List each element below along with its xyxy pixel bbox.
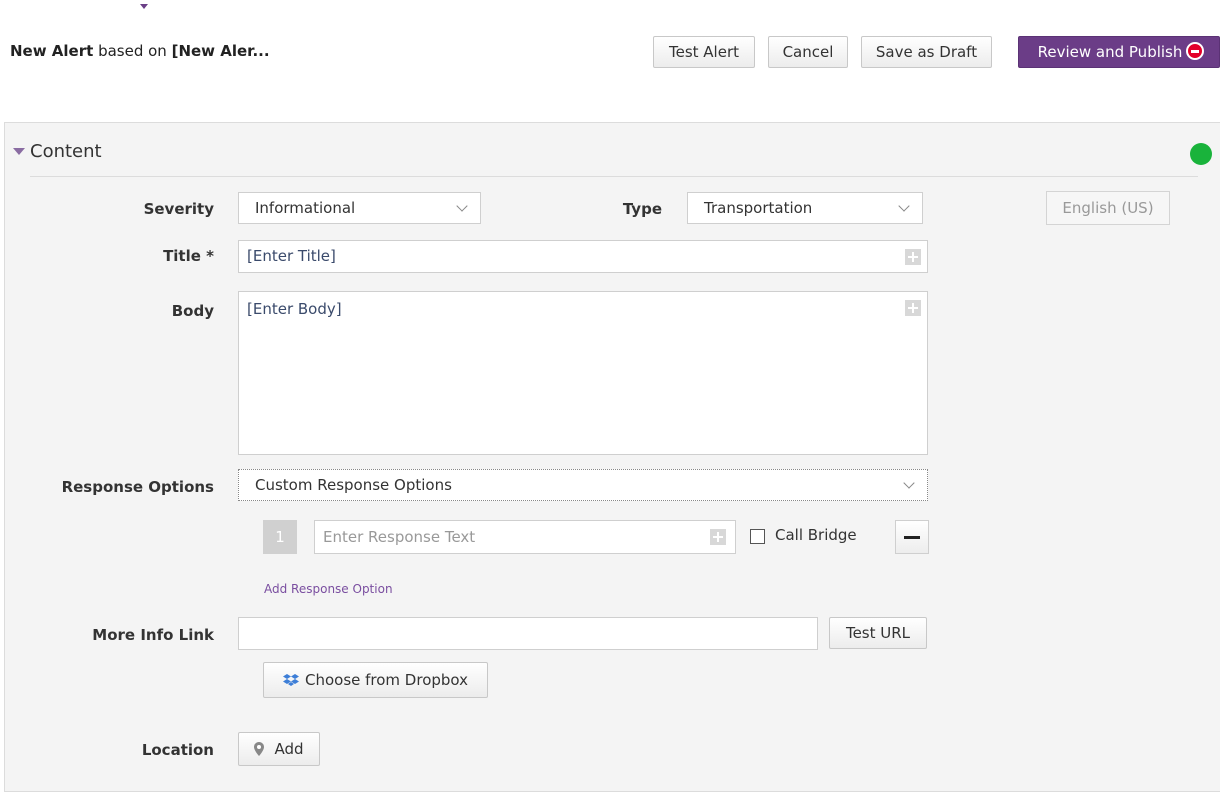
location-add-button[interactable]: Add xyxy=(238,732,320,766)
response-options-label: Response Options xyxy=(61,478,214,496)
call-bridge-label: Call Bridge xyxy=(775,526,857,544)
choose-dropbox-button[interactable]: Choose from Dropbox xyxy=(263,662,488,698)
stop-icon xyxy=(1186,42,1205,60)
severity-label: Severity xyxy=(143,200,214,218)
body-value: [Enter Body] xyxy=(247,300,342,318)
choose-dropbox-label: Choose from Dropbox xyxy=(304,671,469,689)
title-value: [Enter Title] xyxy=(247,247,336,265)
test-url-button[interactable]: Test URL xyxy=(829,617,927,649)
save-draft-button[interactable]: Save as Draft xyxy=(861,36,992,68)
location-label: Location xyxy=(141,741,214,759)
type-value: Transportation xyxy=(704,199,813,217)
plus-icon[interactable] xyxy=(710,529,726,545)
location-add-label: Add xyxy=(274,740,304,758)
response-number: 1 xyxy=(263,520,297,554)
add-response-option-link[interactable]: Add Response Option xyxy=(264,582,393,596)
collapse-caret-icon[interactable] xyxy=(13,148,25,155)
title-input[interactable]: [Enter Title] xyxy=(238,240,928,273)
section-divider xyxy=(30,176,1198,177)
remove-response-button[interactable] xyxy=(895,520,929,554)
language-button[interactable]: English (US) xyxy=(1046,191,1170,225)
response-placeholder: Enter Response Text xyxy=(323,528,476,546)
more-info-label: More Info Link xyxy=(92,626,214,644)
body-label: Body xyxy=(171,302,214,320)
test-alert-button[interactable]: Test Alert xyxy=(653,36,755,68)
chevron-down-icon xyxy=(903,477,915,489)
page-title-main: New Alert xyxy=(10,42,94,60)
menu-caret-icon[interactable] xyxy=(140,4,148,9)
chevron-down-icon xyxy=(898,200,910,212)
section-title[interactable]: Content xyxy=(30,141,102,162)
call-bridge-checkbox[interactable] xyxy=(750,529,765,544)
chevron-down-icon xyxy=(456,200,468,212)
review-publish-button[interactable]: Review and Publish xyxy=(1018,36,1220,68)
page-title-connector: based on xyxy=(93,42,172,60)
page-title-reference: [New Aler... xyxy=(171,42,270,60)
severity-value: Informational xyxy=(255,199,356,217)
severity-select[interactable]: Informational xyxy=(238,192,481,224)
plus-icon[interactable] xyxy=(905,300,921,316)
cancel-button[interactable]: Cancel xyxy=(768,36,848,68)
response-text-input[interactable]: Enter Response Text xyxy=(314,520,736,554)
response-options-value: Custom Response Options xyxy=(255,476,452,494)
page-title: New Alert based on [New Aler... xyxy=(10,42,270,60)
map-pin-icon xyxy=(254,742,265,756)
type-select[interactable]: Transportation xyxy=(687,192,923,224)
type-label: Type xyxy=(622,200,662,218)
body-textarea[interactable]: [Enter Body] xyxy=(238,291,928,455)
status-dot-icon xyxy=(1190,143,1212,165)
more-info-input[interactable] xyxy=(238,617,818,650)
dropbox-icon xyxy=(282,674,299,686)
content-panel xyxy=(4,122,1220,792)
title-label: Title * xyxy=(163,247,214,265)
plus-icon[interactable] xyxy=(905,249,921,265)
response-options-select[interactable]: Custom Response Options xyxy=(238,469,928,501)
review-publish-label: Review and Publish xyxy=(1037,43,1183,61)
